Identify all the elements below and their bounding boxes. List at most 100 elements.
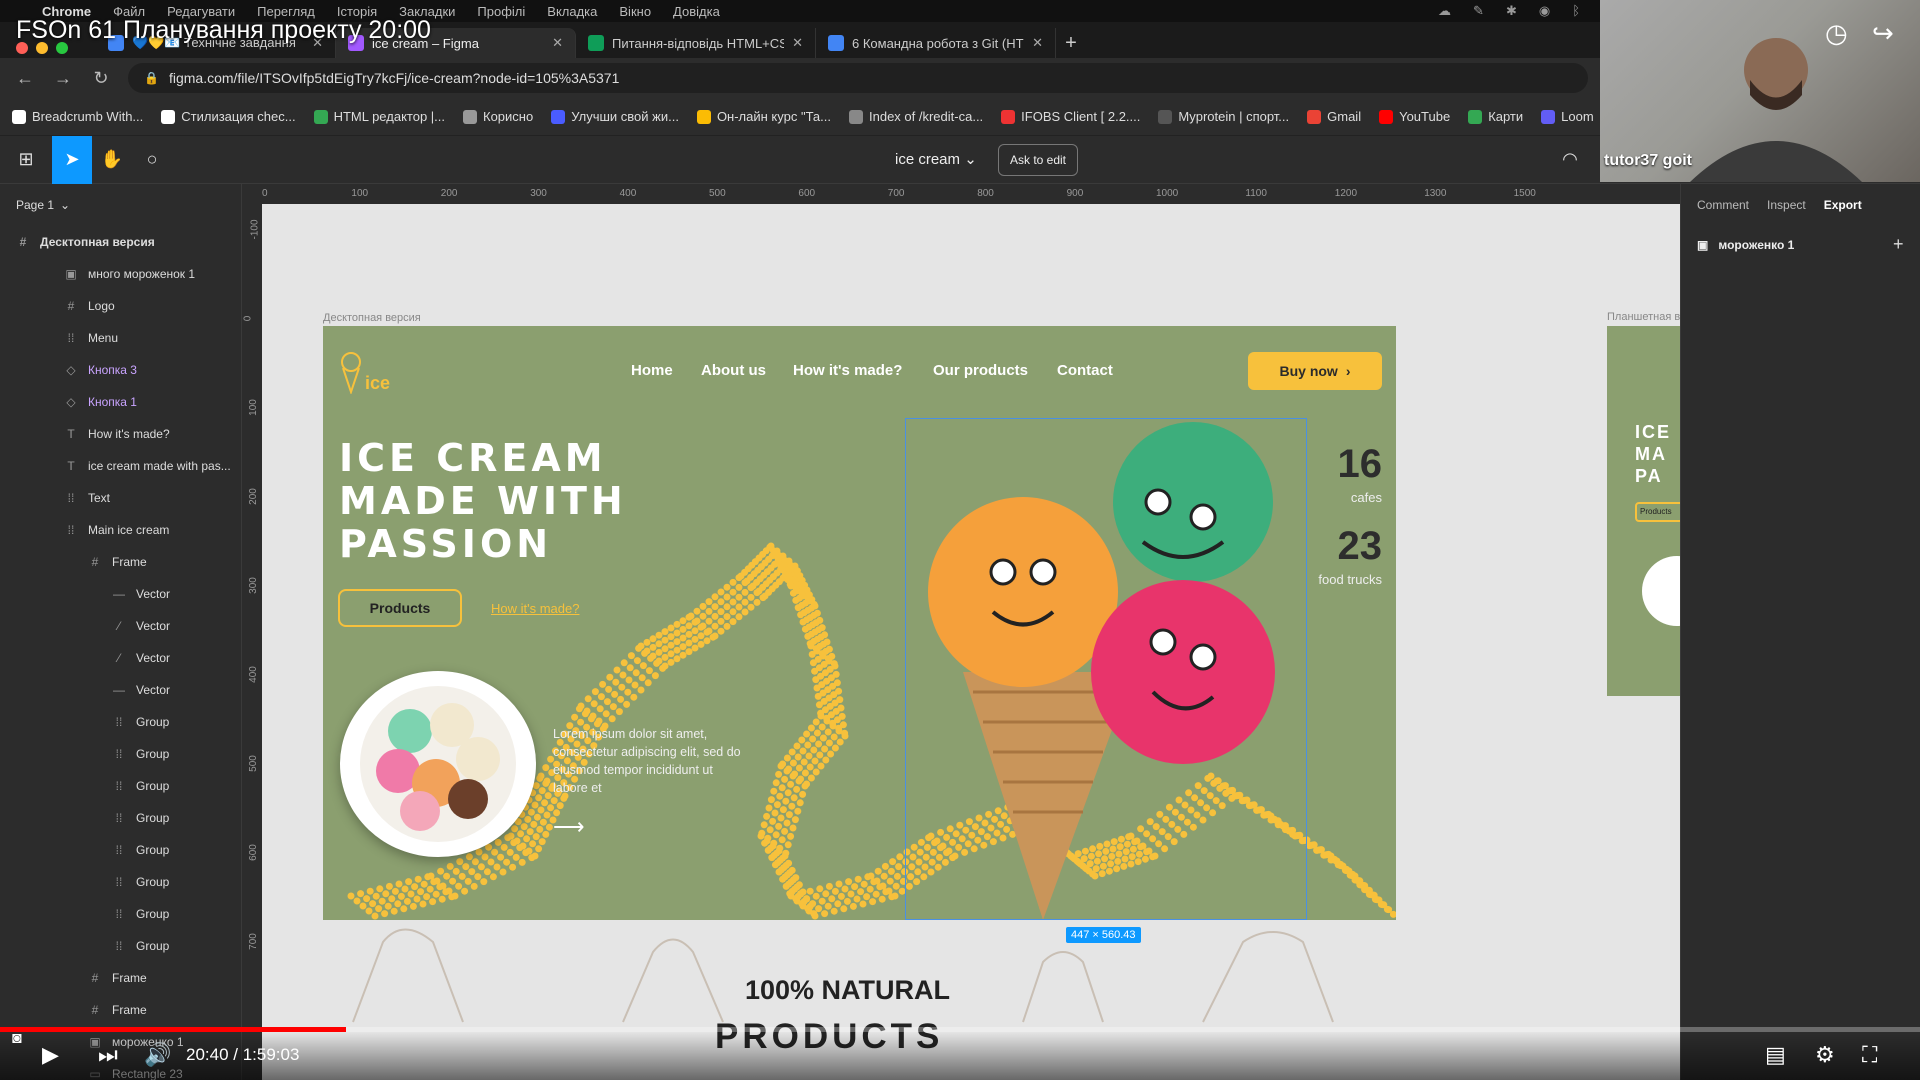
- long-arrow-icon[interactable]: ⟶: [553, 814, 585, 840]
- layer-row[interactable]: ⁞⁞ Group: [0, 770, 241, 802]
- settings-icon[interactable]: ⚙: [1815, 1042, 1835, 1068]
- nav-home[interactable]: Home: [631, 362, 673, 379]
- bookmark-icon: [313, 109, 328, 124]
- bookmark-item[interactable]: Стилизация chec...: [161, 109, 296, 124]
- bookmark-item[interactable]: YouTube: [1379, 109, 1450, 124]
- tablet-products-button[interactable]: Products: [1635, 502, 1680, 522]
- bookmark-item[interactable]: IFOBS Client [ 2.2....: [1001, 109, 1140, 124]
- menubar-item-tab[interactable]: Вкладка: [547, 4, 597, 19]
- layer-label: How it's made?: [88, 427, 170, 441]
- layer-row[interactable]: # Frame: [0, 994, 241, 1026]
- nav-products[interactable]: Our products: [933, 362, 1028, 379]
- layer-row[interactable]: — Vector: [0, 674, 241, 706]
- bookmark-item[interactable]: Index of /kredit-ca...: [849, 109, 983, 124]
- tablet-frame[interactable]: ICE MA PA Products: [1607, 326, 1680, 696]
- layer-row[interactable]: ▣ много мороженок 1: [0, 258, 241, 290]
- bookmark-item[interactable]: Breadcrumb With...: [12, 109, 143, 124]
- buy-now-button[interactable]: Buy now ›: [1248, 352, 1382, 390]
- bluetooth-icon[interactable]: ᛒ: [1572, 3, 1580, 19]
- layer-row[interactable]: ⁞⁞ Group: [0, 802, 241, 834]
- figma-menu-icon[interactable]: ⊞: [0, 136, 52, 184]
- layer-row[interactable]: — Vector: [0, 578, 241, 610]
- add-export-icon[interactable]: +: [1893, 234, 1904, 255]
- maps-icon: [1468, 109, 1483, 124]
- layer-row[interactable]: ◇ Кнопка 1: [0, 386, 241, 418]
- menubar-item-help[interactable]: Довідка: [673, 4, 720, 19]
- tab-qa[interactable]: Питання-відповідь HTML+CSS ✕: [576, 28, 816, 58]
- layer-row[interactable]: # Logo: [0, 290, 241, 322]
- video-progress-fill[interactable]: [0, 1027, 346, 1032]
- tablet-title-line: PA: [1635, 466, 1663, 486]
- menubar-item-profiles[interactable]: Профілі: [477, 4, 525, 19]
- layer-row[interactable]: # Frame: [0, 546, 241, 578]
- reload-icon[interactable]: ↻: [90, 68, 112, 89]
- tab-export[interactable]: Export: [1824, 198, 1862, 212]
- subtitles-icon[interactable]: ▤: [1765, 1042, 1786, 1068]
- menubar-item-window[interactable]: Вікно: [619, 4, 651, 19]
- bookmark-item[interactable]: Улучши свой жи...: [551, 109, 679, 124]
- cloud-icon[interactable]: ☁: [1438, 3, 1451, 19]
- volume-icon[interactable]: 🔊: [144, 1042, 171, 1068]
- bookmark-item[interactable]: Он-лайн курс "Та...: [696, 109, 831, 124]
- layer-row[interactable]: ⁞⁞ Group: [0, 866, 241, 898]
- forward-arrow-icon[interactable]: →: [52, 68, 74, 89]
- layer-row[interactable]: ⁞⁞ Text: [0, 482, 241, 514]
- bookmark-item[interactable]: HTML редактор |...: [313, 109, 445, 124]
- nav-contact[interactable]: Contact: [1057, 362, 1113, 379]
- url-field[interactable]: 🔒 figma.com/file/ITSOvIfp5tdEigTry7kcFj/…: [128, 63, 1588, 93]
- bookmark-item[interactable]: Карти: [1468, 109, 1523, 124]
- page-selector[interactable]: Page 1 ⌄: [0, 184, 241, 226]
- exit-fullscreen-icon[interactable]: ⛶: [1862, 1042, 1877, 1068]
- bookmark-item[interactable]: Gmail: [1307, 109, 1361, 124]
- products-button[interactable]: Products: [338, 589, 462, 627]
- folder-icon: [463, 109, 477, 124]
- file-name[interactable]: ice cream ⌄: [895, 150, 977, 168]
- tab-inspect[interactable]: Inspect: [1767, 198, 1806, 212]
- layer-row[interactable]: ⁄ Vector: [0, 610, 241, 642]
- layer-row[interactable]: ⁞⁞ Menu: [0, 322, 241, 354]
- tab-comment[interactable]: Comment: [1697, 198, 1749, 212]
- nav-how[interactable]: How it's made?: [793, 362, 902, 379]
- feather-icon[interactable]: ✎: [1473, 3, 1484, 19]
- layer-row[interactable]: # Десктопная версия: [0, 226, 241, 258]
- play-circle-icon[interactable]: ◉: [1539, 3, 1550, 19]
- layer-row[interactable]: ⁞⁞ Group: [0, 834, 241, 866]
- watch-later-icon[interactable]: ◷: [1825, 18, 1848, 49]
- selection-box[interactable]: [905, 418, 1307, 920]
- new-tab-button[interactable]: +: [1056, 28, 1086, 58]
- next-icon[interactable]: ⏭: [98, 1042, 118, 1068]
- back-arrow-icon[interactable]: ←: [14, 68, 36, 89]
- nav-about[interactable]: About us: [701, 362, 766, 379]
- layer-row[interactable]: ◇ Кнопка 3: [0, 354, 241, 386]
- share-icon[interactable]: ↪: [1872, 18, 1894, 49]
- settings-icon[interactable]: ✱: [1506, 3, 1517, 19]
- layer-row[interactable]: ⁞⁞ Group: [0, 898, 241, 930]
- bookmark-folder[interactable]: Корисно: [463, 109, 533, 124]
- comment-tool-icon[interactable]: ○: [132, 136, 172, 184]
- close-icon[interactable]: ✕: [1032, 35, 1043, 51]
- layer-row[interactable]: ⁞⁞ Group: [0, 930, 241, 962]
- layer-row[interactable]: ⁞⁞ Group: [0, 738, 241, 770]
- move-tool-icon[interactable]: ➤: [52, 135, 92, 184]
- video-camera-icon[interactable]: ◙: [12, 1030, 22, 1048]
- frame-label[interactable]: Десктопная версия: [323, 312, 421, 324]
- layer-row[interactable]: # Frame: [0, 962, 241, 994]
- export-layer[interactable]: ▣ мороженко 1: [1697, 238, 1794, 252]
- layer-row[interactable]: ⁞⁞ Group: [0, 706, 241, 738]
- headphones-icon[interactable]: ◠: [1550, 136, 1590, 184]
- tablet-frame-label[interactable]: Планшетная версия: [1607, 311, 1680, 323]
- ask-to-edit-button[interactable]: Ask to edit: [998, 144, 1078, 176]
- how-its-made-link[interactable]: How it's made?: [491, 601, 579, 616]
- layer-row[interactable]: ⁄ Vector: [0, 642, 241, 674]
- close-icon[interactable]: ✕: [552, 35, 563, 51]
- layer-row[interactable]: Tice cream made with pas...: [0, 450, 241, 482]
- layer-row[interactable]: T How it's made?: [0, 418, 241, 450]
- logo: ice: [339, 350, 390, 394]
- close-icon[interactable]: ✕: [792, 35, 803, 51]
- bookmark-item[interactable]: Loom: [1541, 109, 1594, 124]
- bookmark-item[interactable]: Myprotein | спорт...: [1158, 109, 1289, 124]
- layer-row[interactable]: ⁞⁞ Main ice cream: [0, 514, 241, 546]
- play-icon[interactable]: ▶: [42, 1042, 59, 1068]
- hand-tool-icon[interactable]: ✋: [92, 136, 132, 184]
- tab-git[interactable]: 6 Командна робота з Git (HTML ✕: [816, 28, 1056, 58]
